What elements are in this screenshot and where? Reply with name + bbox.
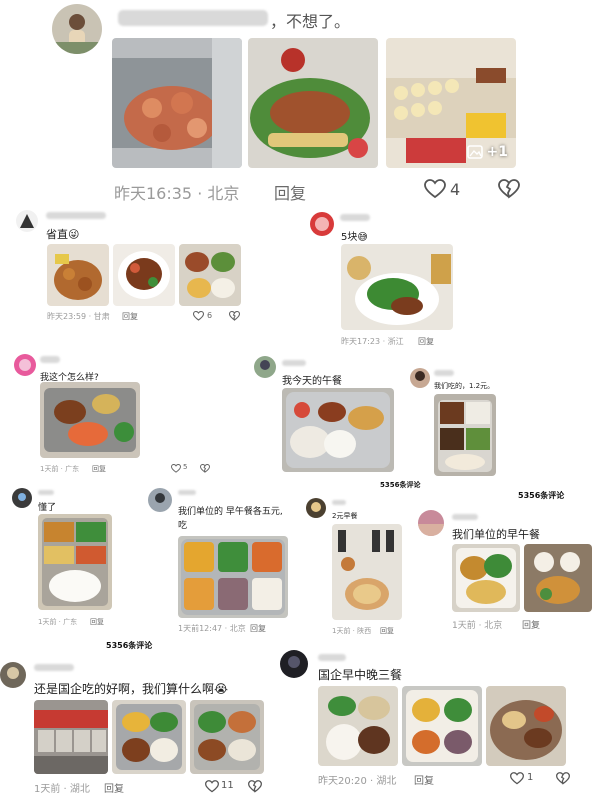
heart-outline-icon[interactable]: [424, 178, 446, 200]
comment-11-like-count: 1: [527, 772, 534, 783]
extra-images-badge[interactable]: +1: [466, 144, 508, 160]
comment-4-photo[interactable]: [282, 388, 394, 472]
comment-10-broken-heart-icon[interactable]: [248, 779, 262, 793]
comment-11-reply[interactable]: 回复: [414, 772, 434, 787]
comment-8-text: 2元早餐: [332, 512, 358, 520]
comment-count-label-a: 5356条评论: [380, 481, 421, 489]
comment-10-photo-2[interactable]: [112, 700, 186, 774]
comment-3-avatar[interactable]: [14, 354, 36, 376]
comment-11-photo-3[interactable]: [486, 686, 566, 766]
comment-11-username-blurred: [318, 654, 346, 661]
comment-5-username-blurred: [434, 370, 454, 376]
comment-10-meta: 1天前 · 湖北: [34, 784, 90, 795]
comment-8-photo[interactable]: [332, 524, 402, 620]
comment-7-text-line2: 吃: [178, 521, 188, 531]
post-reply-button[interactable]: 回复: [274, 180, 306, 204]
comment-1-avatar[interactable]: [16, 210, 38, 232]
comment-8-username-blurred: [332, 500, 346, 505]
comment-10-like-count: 11: [221, 780, 234, 791]
comment-2-username-blurred: [340, 214, 370, 221]
comment-7-meta: 1天前12:47 · 北京: [178, 624, 246, 633]
comment-2-meta: 昨天17:23 · 浙江: [341, 337, 404, 346]
post-photo-crabs[interactable]: [112, 38, 242, 168]
comment-11-broken-heart-icon[interactable]: [556, 771, 570, 785]
comment-1-photo-2[interactable]: [113, 244, 175, 306]
post-photo-platter[interactable]: [248, 38, 378, 168]
comment-8-avatar[interactable]: [306, 498, 326, 518]
comment-9-avatar[interactable]: [418, 510, 444, 536]
comment-6-avatar[interactable]: [12, 488, 32, 508]
comment-1-username-blurred: [46, 212, 106, 219]
comment-1-like-count: 6: [207, 311, 213, 320]
comment-7-avatar[interactable]: [148, 488, 172, 512]
image-stack-icon: [466, 145, 483, 159]
comment-1-photo-3[interactable]: [179, 244, 241, 306]
post-avatar[interactable]: [52, 4, 102, 54]
comment-9-reply[interactable]: 回复: [522, 618, 540, 631]
comment-6-meta: 1天前 · 广东: [38, 618, 78, 626]
comment-9-photo-1[interactable]: [452, 544, 520, 612]
comment-6-reply[interactable]: 回复: [90, 617, 104, 627]
comment-5-text: 我们吃的，1.2元。: [434, 382, 495, 390]
comment-1-meta: 昨天23:59 · 甘肃: [47, 312, 110, 321]
comment-7-text-line1: 我们单位的 早午餐各五元,: [178, 507, 283, 517]
comment-11-avatar[interactable]: [280, 650, 308, 678]
comment-1-photo-1[interactable]: [47, 244, 109, 306]
comment-10-avatar[interactable]: [0, 662, 26, 688]
post-username-blurred: [118, 10, 268, 26]
comment-7-username-blurred: [178, 490, 196, 495]
comment-3-username-blurred: [40, 356, 60, 363]
comment-count-label-b: 5356条评论: [518, 491, 565, 500]
comment-10-reply[interactable]: 回复: [104, 780, 124, 795]
post-photo-desserts[interactable]: +1: [386, 38, 516, 168]
comment-2-text: 5块😅: [341, 232, 368, 243]
broken-heart-icon[interactable]: [498, 178, 520, 200]
comment-3-broken-heart-icon[interactable]: [200, 463, 210, 473]
comment-3-meta: 1天前 · 广东: [40, 465, 80, 473]
comment-2-avatar[interactable]: [310, 212, 334, 236]
comment-11-photo-1[interactable]: [318, 686, 398, 766]
comment-3-heart-icon[interactable]: [171, 463, 181, 473]
comment-4-avatar[interactable]: [254, 356, 276, 378]
comment-7-reply[interactable]: 回复: [250, 623, 266, 634]
comment-3-like-count: 5: [183, 463, 188, 471]
comment-1-reply[interactable]: 回复: [122, 311, 138, 322]
comment-11-meta: 昨天20:20 · 湖北: [318, 776, 397, 787]
comment-5-avatar[interactable]: [410, 368, 430, 388]
comment-9-text: 我们单位的早午餐: [452, 528, 540, 541]
comment-10-heart-icon[interactable]: [205, 779, 219, 793]
post-text: ，不想了。: [270, 12, 351, 31]
comment-10-photo-3[interactable]: [190, 700, 264, 774]
comment-9-username-blurred: [452, 514, 478, 520]
comment-10-photo-1[interactable]: [34, 700, 108, 774]
comment-3-photo[interactable]: [40, 382, 140, 458]
comment-1-text: 省直😜: [46, 228, 80, 241]
comment-10-text: 还是国企吃的好啊，我们算什么啊😭: [34, 682, 229, 696]
post-like-count: 4: [450, 180, 461, 199]
comment-2-photo[interactable]: [341, 244, 453, 330]
comment-1-heart-icon[interactable]: [193, 310, 204, 321]
comment-11-text: 国企早中晚三餐: [318, 668, 403, 682]
comment-9-photo-2[interactable]: [524, 544, 592, 612]
extra-images-count: +1: [486, 144, 508, 160]
comment-9-meta: 1天前 · 北京: [452, 621, 503, 631]
comment-2-reply[interactable]: 回复: [418, 336, 434, 347]
comment-7-photo[interactable]: [178, 536, 288, 618]
comment-3-reply[interactable]: 回复: [92, 464, 106, 474]
comment-8-meta: 1天前 · 陕西: [332, 627, 372, 635]
comment-10-username-blurred: [34, 664, 74, 671]
comment-8-reply[interactable]: 回复: [380, 626, 394, 636]
comment-count-label-c: 5356条评论: [106, 641, 153, 650]
comment-6-photo[interactable]: [38, 514, 112, 610]
comment-11-heart-icon[interactable]: [510, 771, 524, 785]
comment-5-photo[interactable]: [434, 394, 496, 476]
comment-6-text: 懂了: [38, 503, 57, 513]
comment-11-photo-2[interactable]: [402, 686, 482, 766]
comment-4-username-blurred: [282, 360, 306, 366]
post-time-location: 昨天16:35 · 北京: [114, 184, 240, 203]
comment-4-text: 我今天的午餐: [282, 376, 342, 387]
comment-1-broken-heart-icon[interactable]: [229, 310, 240, 321]
comment-6-username-blurred: [38, 490, 54, 495]
